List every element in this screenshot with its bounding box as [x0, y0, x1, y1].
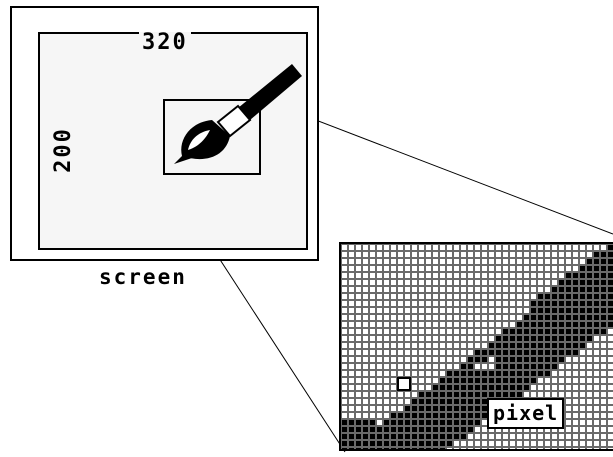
highlighted-pixel	[397, 377, 411, 391]
pixel-callout: pixel	[487, 398, 565, 429]
diagram: 320 200 screen pixel	[0, 0, 613, 457]
pixel-grid	[341, 244, 613, 449]
screen-caption: screen	[99, 265, 187, 289]
magnified-pixel-grid	[339, 242, 613, 451]
height-label: 200	[51, 125, 76, 175]
paintbrush-icon	[174, 64, 302, 164]
width-label: 320	[139, 32, 191, 54]
